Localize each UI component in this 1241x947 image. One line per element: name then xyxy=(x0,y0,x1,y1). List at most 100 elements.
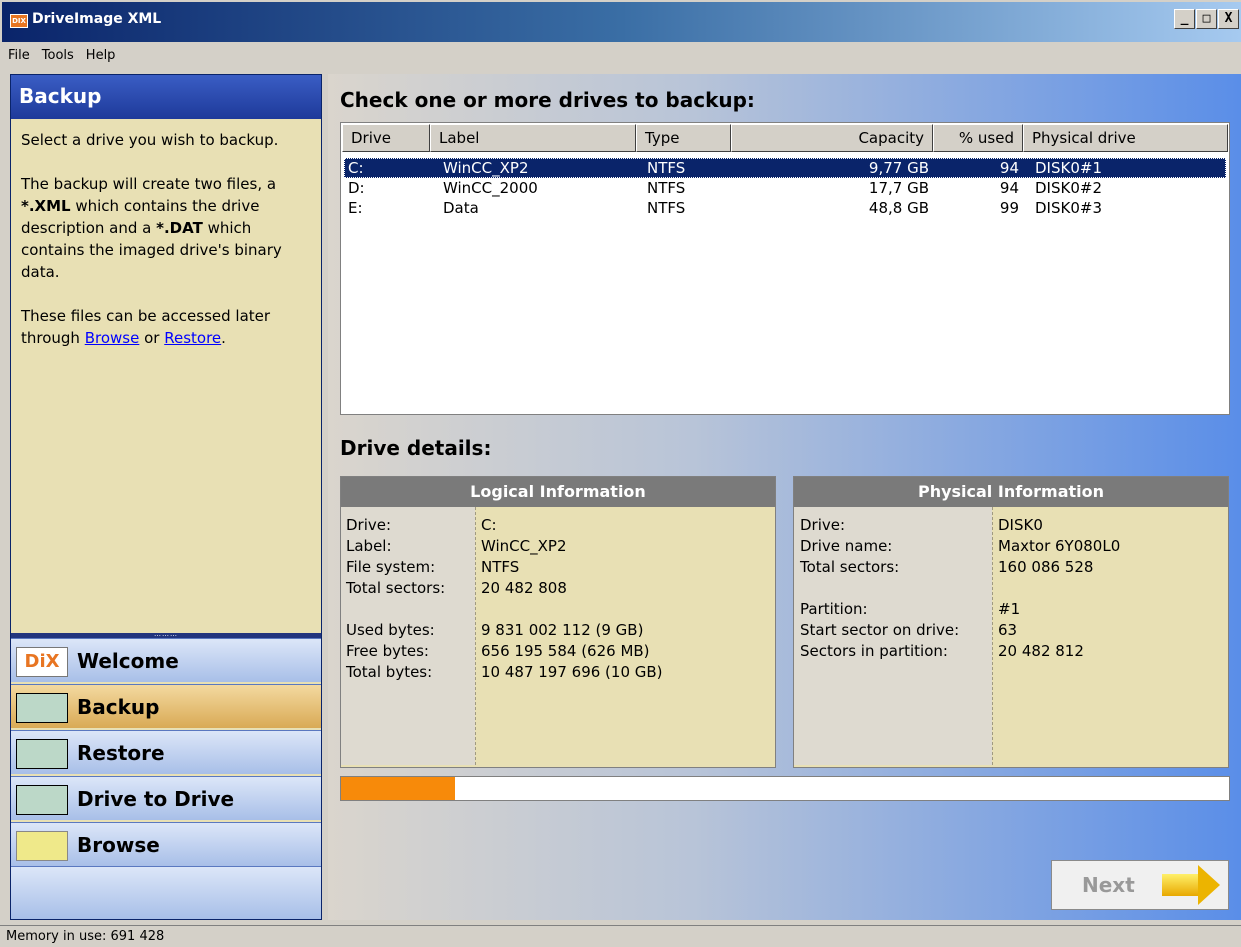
logical-info-panel: Logical Information Drive: C: Label: Win… xyxy=(340,476,776,768)
progress-bar xyxy=(340,776,1230,801)
column-type[interactable]: Type xyxy=(636,124,731,152)
nav-backup[interactable]: Backup xyxy=(11,684,321,728)
physical-info-panel: Physical Information Drive: DISK0 Drive … xyxy=(793,476,1229,768)
menu-help[interactable]: Help xyxy=(86,44,124,68)
title-bar-background: DIX DriveImage XML _ □ X xyxy=(2,2,1241,42)
cell-capacity: 9,77 GB xyxy=(868,159,929,177)
cell-physical: DISK0#1 xyxy=(1035,159,1102,177)
column-physical[interactable]: Physical drive xyxy=(1023,124,1228,152)
menu-file[interactable]: File xyxy=(8,44,38,68)
cell-used: 94 xyxy=(999,179,1019,197)
left-panel-description: Select a drive you wish to backup. The b… xyxy=(11,119,321,381)
logical-info-body: Drive: C: Label: WinCC_XP2 File system: … xyxy=(341,507,775,765)
physical-info-body: Drive: DISK0 Drive name: Maxtor 6Y080L0 … xyxy=(794,507,1228,765)
nav-filler xyxy=(11,866,321,919)
status-bar: Memory in use: 691 428 xyxy=(0,925,1241,947)
cell-type: NTFS xyxy=(647,159,686,177)
desc-text: . xyxy=(221,329,226,347)
drive-row[interactable]: C: WinCC_XP2 NTFS 9,77 GB 94 DISK0#1 xyxy=(344,158,1226,178)
drive-row[interactable]: D: WinCC_2000 NTFS 17,7 GB 94 DISK0#2 xyxy=(344,178,1226,198)
logical-value: C: xyxy=(481,516,497,534)
close-button[interactable]: X xyxy=(1218,9,1239,29)
physical-value: 160 086 528 xyxy=(998,558,1094,576)
description-paragraph-3: These files can be accessed later throug… xyxy=(21,305,311,349)
dix-logo-icon: DiX xyxy=(16,647,68,677)
app-icon: DIX xyxy=(10,14,28,28)
column-used[interactable]: % used xyxy=(933,124,1023,152)
nav-welcome-label: Welcome xyxy=(77,649,179,673)
logical-value: 656 195 584 (626 MB) xyxy=(481,642,650,660)
drive-row[interactable]: E: Data NTFS 48,8 GB 99 DISK0#3 xyxy=(344,198,1226,218)
cell-used: 94 xyxy=(999,159,1019,177)
desc-text: The backup will create two files, a xyxy=(21,175,277,193)
logical-label: Drive: xyxy=(346,516,392,534)
left-panel-header: Backup xyxy=(11,75,321,119)
physical-label: Total sectors: xyxy=(800,558,900,576)
physical-label: Start sector on drive: xyxy=(800,621,960,639)
cell-type: NTFS xyxy=(647,179,686,197)
nav-restore-label: Restore xyxy=(77,741,165,765)
next-button-label: Next xyxy=(1082,873,1135,897)
column-divider xyxy=(992,507,993,765)
drive-to-drive-icon xyxy=(16,785,68,815)
logical-value: NTFS xyxy=(481,558,520,576)
title-bar: DIX DriveImage XML _ □ X xyxy=(0,0,1241,46)
physical-value: 63 xyxy=(998,621,1018,639)
arrow-right-icon xyxy=(1162,865,1220,905)
backup-icon xyxy=(16,693,68,723)
restore-link[interactable]: Restore xyxy=(164,329,221,347)
memory-status: Memory in use: 691 428 xyxy=(6,929,165,944)
maximize-button[interactable]: □ xyxy=(1196,9,1217,29)
folder-icon xyxy=(16,831,68,861)
nav-welcome[interactable]: DiX Welcome xyxy=(11,638,321,682)
nav-browse-label: Browse xyxy=(77,833,160,857)
cell-drive: E: xyxy=(348,199,363,217)
window-controls: _ □ X xyxy=(1173,9,1239,29)
cell-capacity: 48,8 GB xyxy=(868,199,929,217)
cell-physical: DISK0#3 xyxy=(1035,199,1102,217)
nav-backup-label: Backup xyxy=(77,695,160,719)
column-capacity[interactable]: Capacity xyxy=(731,124,933,152)
cell-drive: C: xyxy=(348,159,364,177)
drives-heading: Check one or more drives to backup: xyxy=(340,88,755,112)
physical-label: Drive name: xyxy=(800,537,893,555)
logical-label: Free bytes: xyxy=(346,642,429,660)
cell-physical: DISK0#2 xyxy=(1035,179,1102,197)
nav-drive-to-drive[interactable]: Drive to Drive xyxy=(11,776,321,820)
menu-bar: File Tools Help xyxy=(0,44,1241,68)
left-panel: Backup Select a drive you wish to backup… xyxy=(10,74,322,920)
logical-label: Total sectors: xyxy=(346,579,446,597)
drive-list[interactable]: Drive Label Type Capacity % used Physica… xyxy=(340,122,1230,415)
column-drive[interactable]: Drive xyxy=(342,124,430,152)
physical-value: #1 xyxy=(998,600,1021,618)
cell-label: WinCC_2000 xyxy=(443,179,538,197)
nav-browse[interactable]: Browse xyxy=(11,822,321,866)
xml-extension: *.XML xyxy=(21,197,71,215)
restore-icon xyxy=(16,739,68,769)
description-paragraph-1: Select a drive you wish to backup. xyxy=(21,131,279,149)
physical-label: Drive: xyxy=(800,516,846,534)
description-paragraph-2: The backup will create two files, a *.XM… xyxy=(21,173,311,283)
physical-label: Sectors in partition: xyxy=(800,642,948,660)
browse-link[interactable]: Browse xyxy=(85,329,140,347)
logical-value: 9 831 002 112 (9 GB) xyxy=(481,621,644,639)
logical-value: WinCC_XP2 xyxy=(481,537,567,555)
logical-info-header: Logical Information xyxy=(341,477,775,507)
nav-drive-to-drive-label: Drive to Drive xyxy=(77,787,235,811)
logical-label: Used bytes: xyxy=(346,621,435,639)
physical-label: Partition: xyxy=(800,600,868,618)
logical-label: Total bytes: xyxy=(346,663,433,681)
column-label[interactable]: Label xyxy=(430,124,636,152)
nav-restore[interactable]: Restore xyxy=(11,730,321,774)
cell-capacity: 17,7 GB xyxy=(868,179,929,197)
next-button[interactable]: Next xyxy=(1051,860,1229,910)
physical-value: DISK0 xyxy=(998,516,1043,534)
minimize-button[interactable]: _ xyxy=(1174,9,1195,29)
main-panel: Check one or more drives to backup: Driv… xyxy=(328,74,1241,920)
column-divider xyxy=(475,507,476,765)
cell-type: NTFS xyxy=(647,199,686,217)
logical-value: 10 487 197 696 (10 GB) xyxy=(481,663,663,681)
cell-label: Data xyxy=(443,199,479,217)
physical-value: Maxtor 6Y080L0 xyxy=(998,537,1121,555)
menu-tools[interactable]: Tools xyxy=(42,44,82,68)
